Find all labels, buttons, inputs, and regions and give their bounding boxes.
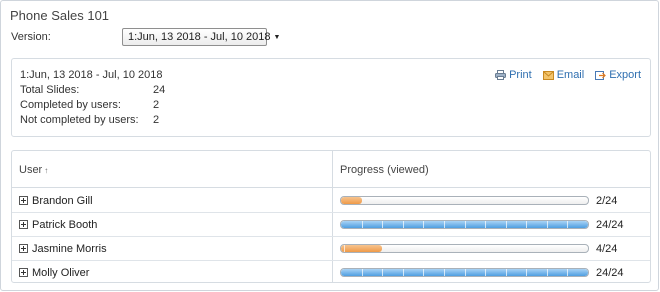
- table-row: Patrick Booth 24/24: [12, 213, 650, 237]
- sort-ascending-icon: ↑: [44, 166, 49, 175]
- export-icon: [595, 70, 607, 80]
- export-label: Export: [609, 69, 641, 81]
- progress-table: User ↑ Progress (viewed) Brandon Gill 2/2…: [11, 150, 651, 283]
- progress-count: 2/24: [596, 195, 618, 207]
- export-button[interactable]: Export: [595, 69, 641, 81]
- progress-segment-divider: [546, 221, 548, 228]
- summary-range: 1:Jun, 13 2018 - Jul, 10 2018: [20, 69, 163, 81]
- email-button[interactable]: Email: [542, 69, 585, 81]
- progress-segment-divider: [526, 221, 528, 228]
- report-actions: Print Email Export: [495, 69, 641, 81]
- summary-label-completed: Completed by users:: [20, 99, 121, 111]
- progress-count: 24/24: [596, 219, 624, 231]
- progress-fill: [341, 269, 588, 276]
- expand-row-icon[interactable]: [19, 244, 28, 253]
- expand-row-icon[interactable]: [19, 196, 28, 205]
- progress-segment-divider: [382, 269, 384, 276]
- user-name: Brandon Gill: [32, 195, 93, 207]
- summary-box: 1:Jun, 13 2018 - Jul, 10 2018 Total Slid…: [11, 58, 651, 137]
- printer-icon: [495, 70, 507, 80]
- summary-value-total-slides: 24: [153, 84, 166, 96]
- summary-value-completed: 2: [153, 99, 160, 111]
- progress-bar: [340, 196, 589, 205]
- progress-segment-divider: [546, 269, 548, 276]
- progress-segment-divider: [402, 269, 404, 276]
- page-title: Phone Sales 101: [10, 8, 110, 23]
- user-name: Molly Oliver: [32, 267, 90, 279]
- progress-bar: [340, 268, 589, 277]
- progress-segment-divider: [567, 269, 569, 276]
- progress-segment-divider: [505, 221, 507, 228]
- progress-segment-divider: [567, 221, 569, 228]
- email-label: Email: [556, 69, 585, 81]
- progress-bar: [340, 220, 589, 229]
- progress-segment-divider: [361, 221, 363, 228]
- chevron-down-icon: ▼: [273, 34, 281, 41]
- expand-row-icon[interactable]: [19, 220, 28, 229]
- print-label: Print: [509, 69, 532, 81]
- table-row: Jasmine Morris 4/24: [12, 237, 650, 261]
- progress-bar: [340, 244, 589, 253]
- progress-segment-divider: [344, 245, 346, 252]
- print-button[interactable]: Print: [495, 69, 532, 81]
- progress-segment-divider: [464, 221, 466, 228]
- progress-segment-divider: [423, 269, 425, 276]
- progress-segment-divider: [402, 221, 404, 228]
- progress-fill: [341, 197, 362, 204]
- progress-segment-divider: [464, 269, 466, 276]
- column-header-progress: Progress (viewed): [340, 164, 429, 176]
- progress-segment-divider: [505, 269, 507, 276]
- column-header-user[interactable]: User ↑: [19, 164, 48, 176]
- table-row: Molly Oliver 24/24: [12, 261, 650, 282]
- report-panel: Phone Sales 101 Version: 1:Jun, 13 2018 …: [0, 0, 659, 291]
- summary-label-not-completed: Not completed by users:: [20, 114, 139, 126]
- progress-count: 4/24: [596, 243, 618, 255]
- column-header-user-label: User: [19, 164, 43, 176]
- progress-segment-divider: [443, 221, 445, 228]
- progress-segment-divider: [361, 269, 363, 276]
- progress-segment-divider: [423, 221, 425, 228]
- expand-row-icon[interactable]: [19, 268, 28, 277]
- progress-segment-divider: [485, 269, 487, 276]
- progress-segment-divider: [485, 221, 487, 228]
- user-name: Jasmine Morris: [32, 243, 107, 255]
- progress-segment-divider: [526, 269, 528, 276]
- table-header: User ↑ Progress (viewed): [12, 151, 650, 188]
- version-select-value: 1:Jun, 13 2018 - Jul, 10 2018: [128, 31, 271, 43]
- envelope-icon: [542, 70, 554, 80]
- progress-count: 24/24: [596, 267, 624, 279]
- version-label: Version:: [11, 31, 51, 43]
- user-name: Patrick Booth: [32, 219, 98, 231]
- table-row: Brandon Gill 2/24: [12, 189, 650, 213]
- summary-value-not-completed: 2: [153, 114, 160, 126]
- progress-segment-divider: [382, 221, 384, 228]
- summary-label-total-slides: Total Slides:: [20, 84, 80, 96]
- progress-fill: [341, 245, 383, 252]
- progress-fill: [341, 221, 588, 228]
- version-select[interactable]: 1:Jun, 13 2018 - Jul, 10 2018 ▼: [122, 28, 280, 46]
- progress-segment-divider: [443, 269, 445, 276]
